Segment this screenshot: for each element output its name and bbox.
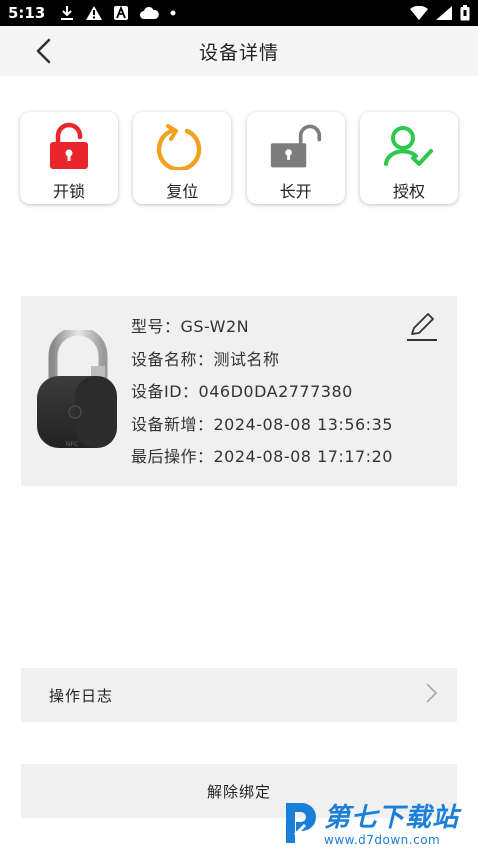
cloud-icon (139, 6, 160, 20)
nfc-label: NFC (66, 441, 79, 448)
device-last-operation: 最后操作：2024-08-08 17:17:20 (131, 447, 393, 466)
wifi-icon (410, 6, 428, 20)
watermark: 第七下载站 www.d7down.com (282, 800, 478, 850)
watermark-sub: www.d7down.com (324, 832, 441, 847)
chevron-left-icon (36, 38, 51, 64)
reset-icon (155, 122, 209, 170)
warning-icon (85, 5, 103, 21)
back-button[interactable] (28, 36, 58, 66)
device-name: 设备名称：测试名称 (131, 349, 280, 369)
download-icon (59, 5, 75, 21)
chevron-right-icon (425, 682, 439, 708)
device-id: 设备ID：046D0DA2777380 (131, 382, 353, 401)
unlock-label: 开锁 (52, 182, 85, 201)
action-bar: 开锁 复位 长开 授权 (20, 112, 458, 204)
signal-icon (436, 6, 452, 20)
keep-open-button[interactable]: 长开 (246, 112, 345, 204)
authorize-label: 授权 (392, 182, 425, 201)
app-a-icon (113, 5, 129, 21)
keep-open-label: 长开 (279, 182, 312, 201)
dot-icon (169, 9, 177, 17)
notification-icons (59, 5, 177, 21)
authorize-button[interactable]: 授权 (359, 112, 458, 204)
device-info: 型号：GS-W2N 设备名称：测试名称 设备ID：046D0DA2777380 … (131, 314, 393, 477)
watermark-text: 第七下载站 www.d7down.com (324, 805, 459, 846)
unlock-button[interactable]: 开锁 (20, 112, 118, 204)
unlock-gray-icon (269, 122, 323, 170)
reset-label: 复位 (166, 182, 199, 201)
battery-icon (460, 5, 470, 21)
watermark-main: 第七下载站 (324, 802, 460, 833)
status-time: 5:13 (8, 4, 46, 22)
app-header: 设备详情 (0, 26, 478, 76)
page-title: 设备详情 (198, 41, 279, 64)
unbind-label: 解除绑定 (206, 782, 271, 801)
unlock-red-icon (42, 122, 96, 170)
authorize-user-icon (382, 122, 436, 170)
reset-button[interactable]: 复位 (133, 112, 232, 204)
system-icons (410, 5, 470, 21)
operation-log-row[interactable]: 操作日志 (21, 668, 457, 722)
padlock-image: NFC (35, 326, 123, 450)
operation-log-label: 操作日志 (49, 686, 114, 705)
status-bar: 5:13 (0, 0, 478, 26)
device-model: 型号：GS-W2N (131, 317, 250, 336)
pencil-icon (407, 313, 437, 341)
device-added-time: 设备新增：2024-08-08 13:56:35 (131, 414, 393, 434)
watermark-logo-icon (282, 801, 318, 849)
device-card: NFC 型号：GS-W2N 设备名称：测试名称 设备ID：046D0DA2777… (21, 296, 457, 486)
edit-button[interactable] (405, 312, 439, 342)
